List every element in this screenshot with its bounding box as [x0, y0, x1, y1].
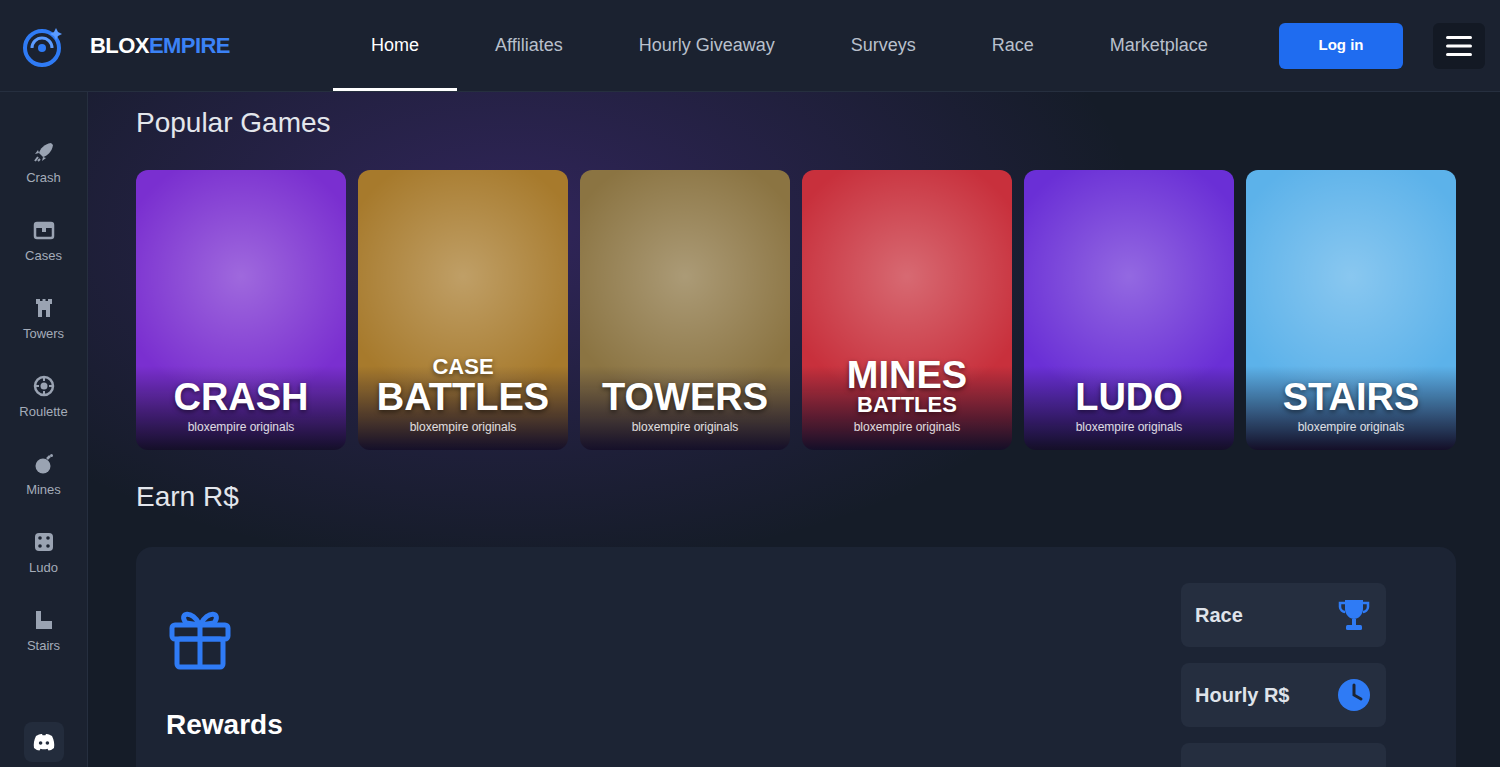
game-subtitle: bloxempire originals [632, 420, 739, 434]
earn-link-label[interactable]: Hourly R$ [1195, 680, 1289, 710]
earn-panel: Rewards Race Hourly R$ [136, 547, 1456, 767]
stairs-icon [32, 608, 56, 632]
trophy-icon [1336, 597, 1372, 633]
dice-icon [32, 530, 56, 554]
body-row: CrashCasesTowersRouletteMinesLudoStairs … [0, 92, 1500, 767]
games-grid: CRASHbloxempire originalsCASEBATTLESblox… [136, 170, 1456, 450]
logo[interactable]: BLOXEMPIRE [0, 0, 333, 91]
login-button[interactable]: Log in [1279, 23, 1403, 69]
game-title[interactable]: MINESBATTLES [847, 356, 967, 416]
game-title-line[interactable]: LUDO [1075, 378, 1183, 416]
sidebar-item[interactable]: Roulette [4, 374, 84, 452]
main-nav: HomeAffiliatesHourly GiveawaySurveysRace… [333, 0, 1246, 91]
earn-link[interactable]: Race [1181, 583, 1386, 647]
menu-button[interactable] [1433, 23, 1485, 69]
logo-first[interactable]: BLOX [90, 33, 149, 58]
game-title-line[interactable]: STAIRS [1283, 378, 1420, 416]
discord-button[interactable] [24, 722, 64, 762]
sidebar-item[interactable]: Cases [4, 218, 84, 296]
hamburger-icon [1446, 35, 1472, 57]
section-title: Popular Games [136, 106, 1456, 140]
nav-item[interactable]: Affiliates [457, 0, 601, 91]
sidebar-item[interactable]: Stairs [4, 608, 84, 686]
page: {"logo": {"first": "BLOX", "second": "EM… [0, 0, 1500, 767]
nav-item[interactable]: Race [954, 0, 1072, 91]
case-icon [32, 218, 56, 242]
game-title-line[interactable]: BATTLES [857, 394, 957, 416]
game-card[interactable]: CASEBATTLES bloxempire originals [358, 170, 568, 450]
discord-icon [33, 733, 55, 751]
sidebar-label[interactable]: Stairs [27, 638, 60, 653]
earn-link-label[interactable]: Race [1195, 600, 1243, 630]
game-title[interactable]: STAIRS [1283, 378, 1420, 416]
earn-link[interactable]: Hourly R$ [1181, 663, 1386, 727]
game-title-line[interactable]: MINES [847, 356, 967, 394]
game-subtitle: bloxempire originals [1076, 420, 1183, 434]
earn-link[interactable] [1181, 743, 1386, 767]
logo-icon [18, 22, 66, 70]
game-title-line[interactable]: BATTLES [377, 378, 549, 416]
game-title-line[interactable]: CASE [432, 356, 493, 378]
game-title[interactable]: LUDO [1075, 378, 1183, 416]
tower-icon [32, 296, 56, 320]
game-card[interactable]: MINESBATTLES bloxempire originals [802, 170, 1012, 450]
sidebar-label[interactable]: Mines [26, 482, 61, 497]
sidebar-label[interactable]: Towers [23, 326, 64, 341]
clock-icon [1336, 677, 1372, 713]
game-subtitle: bloxempire originals [1298, 420, 1405, 434]
sidebar-label[interactable]: Cases [25, 248, 62, 263]
nav-item[interactable]: Marketplace [1072, 0, 1246, 91]
game-subtitle: bloxempire originals [854, 420, 961, 434]
sidebar-item[interactable]: Crash [4, 140, 84, 218]
logo-second[interactable]: EMPIRE [149, 33, 230, 58]
rewards-block: Rewards [166, 583, 283, 767]
sidebar-item[interactable]: Towers [4, 296, 84, 374]
top-bar: BLOXEMPIRE HomeAffiliatesHourly Giveaway… [0, 0, 1500, 92]
sidebar-item[interactable]: Mines [4, 452, 84, 530]
game-card[interactable]: STAIRS bloxempire originals [1246, 170, 1456, 450]
sidebar-label[interactable]: Roulette [19, 404, 67, 419]
game-card[interactable]: TOWERS bloxempire originals [580, 170, 790, 450]
game-title[interactable]: TOWERS [602, 378, 768, 416]
game-subtitle: bloxempire originals [188, 420, 295, 434]
section-title: Earn R$ [136, 480, 1456, 514]
roulette-icon [32, 374, 56, 398]
rewards-title: Rewards [166, 708, 283, 742]
sidebar: Crash Cases Towers Roulette Mines Ludo Stairs [0, 92, 88, 767]
game-title-line[interactable]: TOWERS [602, 378, 768, 416]
game-title-line[interactable]: CRASH [173, 378, 308, 416]
nav-item[interactable]: Home [333, 0, 457, 91]
game-card[interactable]: CRASH bloxempire originals [136, 170, 346, 450]
game-card[interactable]: LUDO bloxempire originals [1024, 170, 1234, 450]
game-title[interactable]: CRASH [173, 378, 308, 416]
sidebar-label[interactable]: Ludo [29, 560, 58, 575]
sidebar-label[interactable]: Crash [26, 170, 61, 185]
sidebar-list: Crash Cases Towers Roulette Mines Ludo Stairs [4, 140, 84, 686]
nav-item[interactable]: Surveys [813, 0, 954, 91]
bomb-icon [32, 452, 56, 476]
sidebar-item[interactable]: Ludo [4, 530, 84, 608]
earn-links: Race Hourly R$ [1181, 583, 1386, 767]
logo-text[interactable]: BLOXEMPIRE [90, 35, 230, 57]
game-subtitle: bloxempire originals [410, 420, 517, 434]
gift-icon [166, 603, 234, 671]
rocket-icon [32, 140, 56, 164]
main-content: Popular Games CRASHbloxempire originalsC… [88, 92, 1500, 767]
nav-item[interactable]: Hourly Giveaway [601, 0, 813, 91]
spacer [1246, 0, 1279, 91]
game-title[interactable]: CASEBATTLES [377, 356, 549, 416]
